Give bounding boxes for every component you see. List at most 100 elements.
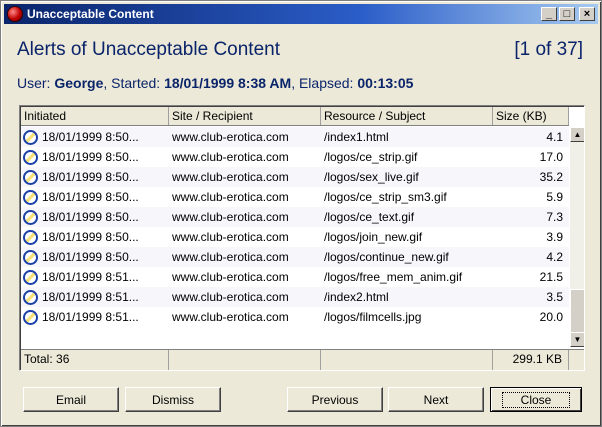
initiated-text: 18/01/1999 8:51... — [42, 290, 139, 304]
page-title: Alerts of Unacceptable Content — [17, 39, 280, 60]
cell-resource: /logos/continue_new.gif — [324, 250, 449, 264]
column-header-initiated[interactable]: Initiated — [21, 107, 169, 125]
cell-site: www.club-erotica.com — [172, 190, 289, 204]
total-resource-empty — [321, 350, 493, 370]
cell-initiated: 18/01/1999 8:50... — [21, 209, 169, 225]
column-header-resource[interactable]: Resource / Subject — [321, 107, 493, 125]
table-rows: 18/01/1999 8:50... www.club-erotica.com/i… — [21, 127, 569, 347]
close-button-label: Close — [501, 391, 571, 408]
cell-resource: /index2.html — [324, 290, 389, 304]
globe-icon — [23, 189, 38, 205]
session-info: User: George, Started: 18/01/1999 8:38 A… — [17, 75, 587, 91]
table-row[interactable]: 18/01/1999 8:51... www.club-erotica.com/l… — [21, 267, 569, 287]
globe-icon — [23, 149, 38, 165]
dismiss-button[interactable]: Dismiss — [125, 387, 221, 412]
initiated-text: 18/01/1999 8:50... — [42, 250, 139, 264]
cell-site: www.club-erotica.com — [172, 230, 289, 244]
table-row[interactable]: 18/01/1999 8:50... www.club-erotica.com/l… — [21, 167, 569, 187]
cell-size: 4.2 — [546, 250, 563, 264]
totals-row: Total: 36 299.1 KB — [21, 349, 584, 370]
scroll-up-arrow-icon[interactable]: ▲ — [570, 127, 584, 142]
scroll-down-arrow-icon[interactable]: ▼ — [570, 332, 584, 347]
user-label: User: — [17, 75, 55, 91]
globe-icon — [23, 169, 38, 185]
table-row[interactable]: 18/01/1999 8:50... www.club-erotica.com/l… — [21, 207, 569, 227]
cell-resource: /logos/free_mem_anim.gif — [324, 270, 463, 284]
globe-icon — [23, 229, 38, 245]
cell-size: 35.2 — [539, 170, 563, 184]
cell-resource: /logos/ce_strip_sm3.gif — [324, 190, 447, 204]
total-site-empty — [169, 350, 321, 370]
cell-initiated: 18/01/1999 8:50... — [21, 249, 169, 265]
cell-site: www.club-erotica.com — [172, 130, 289, 144]
initiated-text: 18/01/1999 8:51... — [42, 310, 139, 324]
globe-icon — [23, 249, 38, 265]
cell-site: www.club-erotica.com — [172, 270, 289, 284]
close-button[interactable]: Close — [490, 387, 582, 412]
cell-size: 21.5 — [539, 270, 563, 284]
cell-site: www.club-erotica.com — [172, 150, 289, 164]
initiated-text: 18/01/1999 8:50... — [42, 190, 139, 204]
header: Alerts of Unacceptable Content [1 of 37] — [17, 39, 583, 61]
globe-icon — [23, 209, 38, 225]
started-label: , Started: — [103, 75, 165, 91]
table-row[interactable]: 18/01/1999 8:50... www.club-erotica.com/l… — [21, 247, 569, 267]
cell-resource: /index1.html — [324, 130, 389, 144]
dialog-content: Alerts of Unacceptable Content [1 of 37]… — [5, 25, 597, 423]
globe-icon — [23, 129, 38, 145]
cell-initiated: 18/01/1999 8:50... — [21, 169, 169, 185]
cell-initiated: 18/01/1999 8:50... — [21, 149, 169, 165]
alerts-list[interactable]: Initiated Site / Recipient Resource / Su… — [19, 105, 585, 371]
cell-resource: /logos/ce_text.gif — [324, 210, 415, 224]
initiated-text: 18/01/1999 8:50... — [42, 150, 139, 164]
globe-icon — [23, 289, 38, 305]
elapsed-label: , Elapsed: — [291, 75, 358, 91]
column-header-site[interactable]: Site / Recipient — [169, 107, 321, 125]
cell-size: 3.5 — [546, 290, 563, 304]
cell-resource: /logos/ce_strip.gif — [324, 150, 418, 164]
cell-size: 5.9 — [546, 190, 563, 204]
alert-counter: [1 of 37] — [514, 39, 583, 60]
cell-size: 7.3 — [546, 210, 563, 224]
table-row[interactable]: 18/01/1999 8:50... www.club-erotica.com/i… — [21, 127, 569, 147]
globe-icon — [23, 269, 38, 285]
minimize-button[interactable]: _ — [541, 7, 557, 21]
maximize-button[interactable]: □ — [559, 7, 575, 21]
table-row[interactable]: 18/01/1999 8:50... www.club-erotica.com/l… — [21, 227, 569, 247]
next-button[interactable]: Next — [388, 387, 484, 412]
table-row[interactable]: 18/01/1999 8:50... www.club-erotica.com/l… — [21, 147, 569, 167]
vertical-scrollbar[interactable]: ▲ ▼ — [570, 127, 584, 347]
started-time: 18/01/1999 8:38 AM — [164, 75, 292, 91]
cell-size: 4.1 — [546, 130, 563, 144]
column-header-size[interactable]: Size (KB) — [493, 107, 569, 125]
elapsed-time: 00:13:05 — [357, 75, 414, 91]
initiated-text: 18/01/1999 8:50... — [42, 230, 139, 244]
cell-initiated: 18/01/1999 8:50... — [21, 189, 169, 205]
alert-globe-icon — [7, 6, 23, 22]
cell-site: www.club-erotica.com — [172, 210, 289, 224]
initiated-text: 18/01/1999 8:50... — [42, 130, 139, 144]
previous-button[interactable]: Previous — [287, 387, 383, 412]
table-row[interactable]: 18/01/1999 8:51... www.club-erotica.com/i… — [21, 287, 569, 307]
alert-window: Unacceptable Content _ □ × Alerts of Una… — [0, 0, 602, 427]
initiated-text: 18/01/1999 8:50... — [42, 210, 139, 224]
cell-site: www.club-erotica.com — [172, 250, 289, 264]
scroll-thumb[interactable] — [570, 289, 584, 333]
cell-site: www.club-erotica.com — [172, 310, 289, 324]
close-window-button[interactable]: × — [579, 7, 595, 21]
cell-initiated: 18/01/1999 8:51... — [21, 289, 169, 305]
cell-size: 3.9 — [546, 230, 563, 244]
cell-initiated: 18/01/1999 8:51... — [21, 269, 169, 285]
cell-site: www.club-erotica.com — [172, 170, 289, 184]
column-headers: Initiated Site / Recipient Resource / Su… — [21, 107, 569, 126]
title-bar[interactable]: Unacceptable Content _ □ × — [4, 4, 598, 24]
cell-initiated: 18/01/1999 8:50... — [21, 129, 169, 145]
table-row[interactable]: 18/01/1999 8:50... www.club-erotica.com/l… — [21, 187, 569, 207]
window-title: Unacceptable Content — [27, 7, 154, 21]
cell-resource: /logos/filmcells.jpg — [324, 310, 422, 324]
cell-initiated: 18/01/1999 8:50... — [21, 229, 169, 245]
table-row[interactable]: 18/01/1999 8:51... www.club-erotica.com/l… — [21, 307, 569, 327]
cell-resource: /logos/sex_live.gif — [324, 170, 419, 184]
email-button[interactable]: Email — [23, 387, 119, 412]
total-count: Total: 36 — [21, 350, 169, 370]
